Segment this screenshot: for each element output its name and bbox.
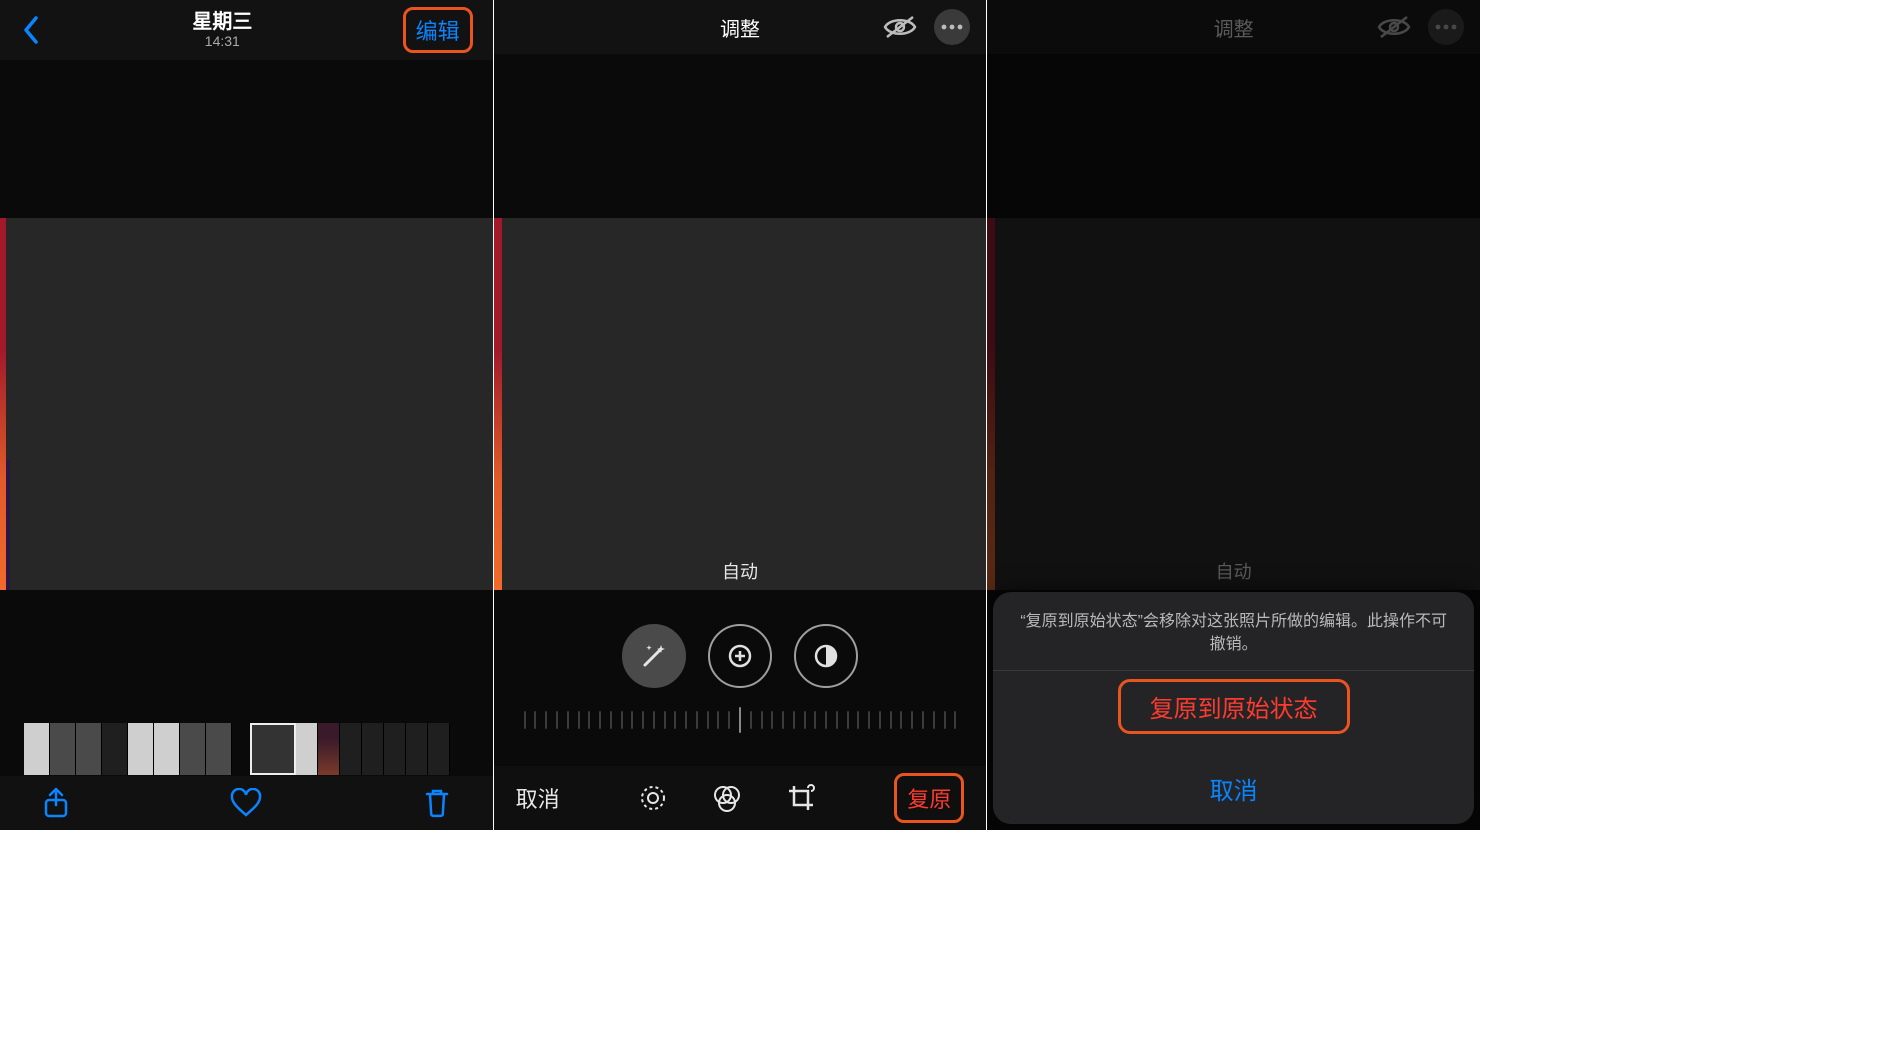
cancel-button[interactable]: 取消 xyxy=(516,782,560,814)
header-title: 星期三 14:31 xyxy=(192,11,252,49)
sheet-cancel-button[interactable]: 取消 xyxy=(993,752,1474,824)
edit-header-title: 调整 xyxy=(720,13,760,42)
edit-photo-preview[interactable] xyxy=(494,218,987,590)
photo-toolbar xyxy=(0,776,493,830)
thumbnail[interactable] xyxy=(428,723,450,775)
heart-icon[interactable] xyxy=(230,787,262,819)
screenshot-edit-adjust: 调整 自动 xyxy=(494,0,987,830)
dial-brilliance[interactable] xyxy=(794,624,858,688)
thumbnail[interactable] xyxy=(24,723,50,775)
thumbnail[interactable] xyxy=(180,723,206,775)
thumbnail[interactable] xyxy=(296,723,318,775)
adjust-tool-label: 自动 xyxy=(722,558,758,584)
edit-header: 调整 xyxy=(494,0,987,54)
adjust-icon[interactable] xyxy=(636,781,670,815)
edit-bottom-bar: 取消 复原 xyxy=(494,766,987,830)
sheet-confirm-button[interactable]: 复原到原始状态 xyxy=(993,670,1474,742)
value-slider[interactable] xyxy=(524,706,957,734)
sheet-message: “复原到原始状态”会移除对这张照片所做的编辑。此操作不可撤销。 xyxy=(993,592,1474,670)
thumbnail[interactable] xyxy=(50,723,76,775)
thumbnail-selected[interactable] xyxy=(250,723,296,775)
header-day: 星期三 xyxy=(192,11,252,33)
edit-button[interactable]: 编辑 xyxy=(403,7,473,53)
screenshot-photo-view: 星期三 14:31 编辑 xyxy=(0,0,493,830)
trash-icon[interactable] xyxy=(421,787,453,819)
thumbnail[interactable] xyxy=(206,723,232,775)
highlight-box xyxy=(1118,679,1350,734)
thumbnail[interactable] xyxy=(406,723,428,775)
filters-icon[interactable] xyxy=(710,781,744,815)
thumbnail-strip[interactable] xyxy=(24,723,465,775)
photo-preview[interactable] xyxy=(0,218,493,590)
thumbnail[interactable] xyxy=(384,723,406,775)
crop-icon[interactable] xyxy=(784,781,818,815)
header-time: 14:31 xyxy=(192,33,252,49)
hide-preview-icon[interactable] xyxy=(882,9,918,45)
screenshot-revert-confirm: 调整 自动 “复原到原始状态”会移除对这张照片所做的编辑。此操作不可撤销。 复原… xyxy=(987,0,1480,830)
thumbnail[interactable] xyxy=(76,723,102,775)
thumbnail[interactable] xyxy=(102,723,128,775)
thumbnail[interactable] xyxy=(318,723,340,775)
share-icon[interactable] xyxy=(40,787,72,819)
thumbnail[interactable] xyxy=(154,723,180,775)
thumbnail[interactable] xyxy=(340,723,362,775)
thumbnail[interactable] xyxy=(362,723,384,775)
dial-exposure[interactable] xyxy=(708,624,772,688)
thumbnail[interactable] xyxy=(128,723,154,775)
dial-auto-wand[interactable] xyxy=(622,624,686,688)
action-sheet: “复原到原始状态”会移除对这张照片所做的编辑。此操作不可撤销。 复原到原始状态 … xyxy=(993,592,1474,824)
photo-view-header: 星期三 14:31 编辑 xyxy=(0,0,493,60)
revert-button[interactable]: 复原 xyxy=(894,773,964,823)
adjust-dials xyxy=(494,616,987,696)
back-button[interactable] xyxy=(20,12,42,48)
more-icon[interactable] xyxy=(934,9,970,45)
